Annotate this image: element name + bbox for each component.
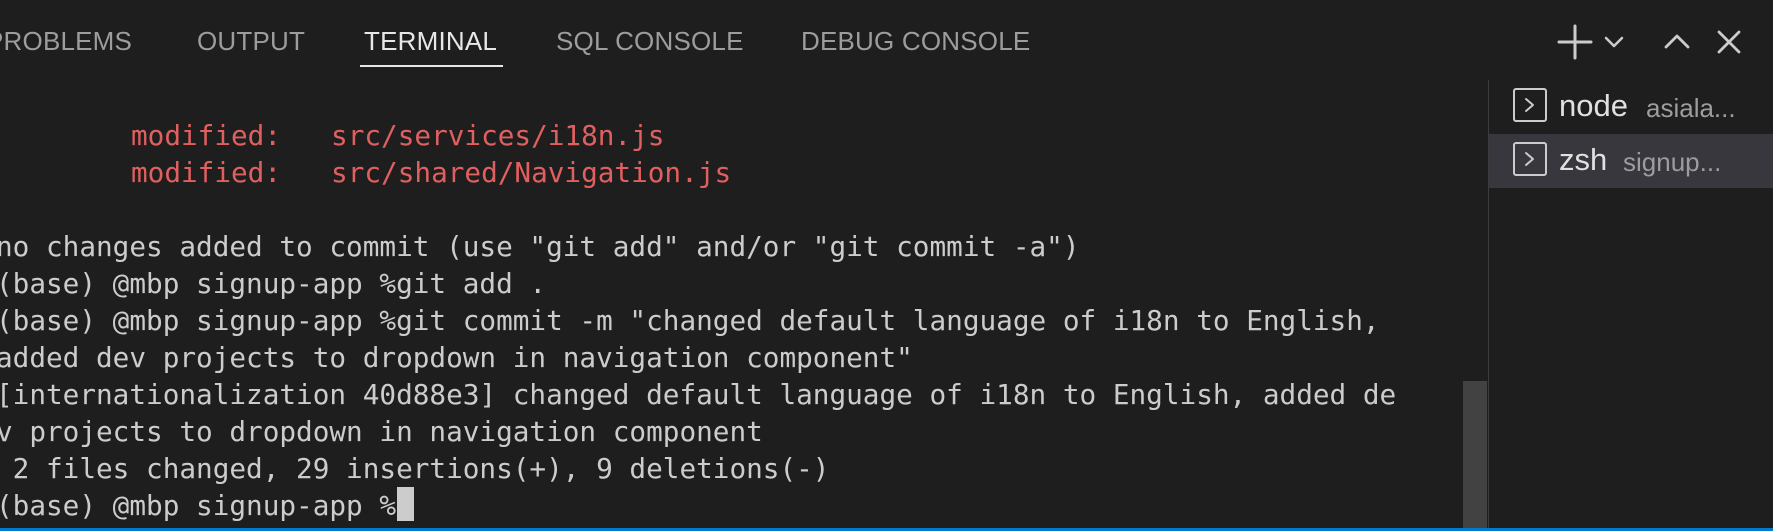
terminal-output[interactable]: modified: src/services/i18n.js modified:…	[0, 80, 1488, 529]
terminal-tabs-list: node asiala... zsh signup...	[1489, 80, 1773, 531]
terminal-icon	[1513, 142, 1547, 176]
terminal-line: (base) @mbp signup-app %git commit -m "c…	[0, 304, 1380, 337]
panel-tab-bar: PROBLEMS OUTPUT TERMINAL SQL CONSOLE DEB…	[0, 0, 1773, 80]
terminal-item-description: signup...	[1623, 147, 1722, 177]
terminal-line: modified: src/services/i18n.js	[131, 117, 664, 154]
terminal-item-zsh[interactable]: zsh signup...	[1489, 134, 1773, 188]
terminal-line: [internationalization 40d88e3] changed d…	[0, 378, 1397, 411]
terminal-prompt-line: (base) @mbp signup-app %	[0, 487, 415, 524]
close-icon[interactable]	[1709, 22, 1749, 62]
terminal-line: added dev projects to dropdown in naviga…	[0, 341, 913, 374]
terminal-line: (base) @mbp signup-app %git add .	[0, 267, 547, 300]
modified-label: modified:	[131, 156, 282, 189]
terminal-line: 2 files changed, 29 insertions(+), 9 del…	[0, 452, 830, 485]
panel-actions	[1533, 0, 1773, 80]
tab-output[interactable]: OUTPUT	[197, 24, 305, 68]
plus-icon[interactable]	[1555, 22, 1595, 62]
tab-terminal[interactable]: TERMINAL	[359, 24, 504, 68]
tab-sql-console[interactable]: SQL CONSOLE	[556, 24, 744, 68]
terminal-item-name: zsh	[1559, 142, 1608, 177]
chevron-up-icon[interactable]	[1657, 22, 1697, 62]
terminal-line: no changes added to commit (use "git add…	[0, 230, 1080, 263]
chevron-down-icon[interactable]	[1601, 22, 1627, 62]
modified-path: src/services/i18n.js	[331, 119, 665, 152]
terminal-line: v projects to dropdown in navigation com…	[0, 415, 763, 448]
tab-problems[interactable]: PROBLEMS	[0, 24, 132, 68]
modified-path: src/shared/Navigation.js	[331, 156, 732, 189]
terminal-line: modified: src/shared/Navigation.js	[131, 154, 731, 191]
prompt: (base) @mbp signup-app %	[0, 489, 397, 522]
terminal-cursor	[397, 487, 415, 521]
terminal-icon	[1513, 88, 1547, 122]
tab-debug-console[interactable]: DEBUG CONSOLE	[801, 24, 1030, 68]
modified-label: modified:	[131, 119, 282, 152]
terminal-scrollbar[interactable]	[1463, 381, 1487, 531]
terminal-item-node[interactable]: node asiala...	[1489, 80, 1773, 134]
terminal-item-description: asiala...	[1646, 93, 1736, 123]
terminal-item-name: node	[1559, 88, 1628, 123]
